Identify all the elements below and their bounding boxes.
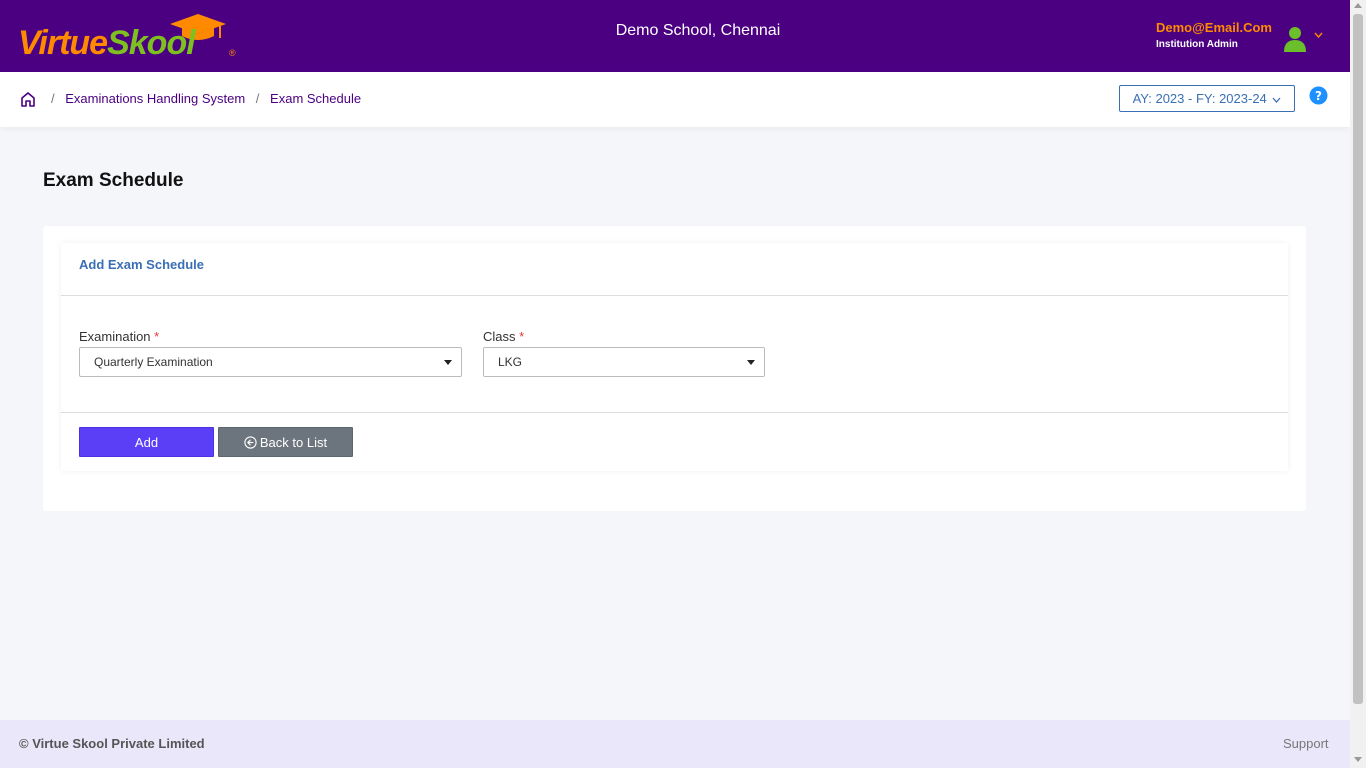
scrollbar[interactable]	[1350, 0, 1366, 768]
breadcrumb-bar: / Examinations Handling System / Exam Sc…	[0, 72, 1350, 127]
form-panel: Add Exam Schedule Examination * Quarterl…	[61, 243, 1288, 471]
breadcrumb-item-exam-schedule: Exam Schedule	[270, 91, 362, 106]
chevron-down-icon[interactable]	[1314, 30, 1323, 41]
academic-year-dropdown[interactable]: AY: 2023 - FY: 2023-24	[1119, 85, 1295, 112]
logo-registered-mark: ®	[229, 48, 236, 58]
examination-label-text: Examination	[79, 329, 151, 344]
class-label-text: Class	[483, 329, 516, 344]
breadcrumb-separator: /	[255, 91, 260, 106]
divider	[61, 412, 1288, 413]
chevron-down-icon	[1272, 97, 1281, 103]
breadcrumb: / Examinations Handling System / Exam Sc…	[44, 91, 361, 106]
user-info[interactable]: Demo@Email.Com Institution Admin	[1156, 20, 1272, 50]
user-email: Demo@Email.Com	[1156, 20, 1272, 35]
examination-selected-value: Quarterly Examination	[94, 355, 213, 369]
scroll-up-icon[interactable]	[1354, 3, 1362, 8]
class-label: Class *	[483, 329, 524, 344]
caret-down-icon	[444, 360, 452, 365]
class-selected-value: LKG	[498, 355, 523, 369]
divider	[61, 295, 1288, 296]
back-to-list-label: Back to List	[259, 435, 328, 450]
footer: © Virtue Skool Private Limited Support	[0, 720, 1350, 768]
examination-select[interactable]: Quarterly Examination	[79, 347, 462, 377]
breadcrumb-item-examinations[interactable]: Examinations Handling System	[65, 91, 245, 106]
support-link[interactable]: Support	[1283, 736, 1329, 751]
class-select[interactable]: LKG	[483, 347, 765, 377]
breadcrumb-separator: /	[51, 91, 55, 106]
form-card: Add Exam Schedule Examination * Quarterl…	[43, 226, 1306, 511]
caret-down-icon	[747, 360, 755, 365]
add-button[interactable]: Add	[79, 427, 214, 457]
required-mark: *	[154, 329, 160, 344]
back-to-list-button[interactable]: Back to List	[218, 427, 353, 457]
academic-year-label: AY: 2023 - FY: 2023-24	[1132, 91, 1267, 106]
svg-text:?: ?	[1315, 89, 1322, 103]
home-icon[interactable]	[20, 91, 36, 107]
scrollbar-thumb[interactable]	[1353, 14, 1363, 704]
scroll-down-icon[interactable]	[1354, 757, 1362, 762]
examination-label: Examination *	[79, 329, 159, 344]
top-header: VirtueSkool ® Demo School, Chennai Demo@…	[0, 0, 1350, 72]
help-icon[interactable]: ?	[1309, 86, 1328, 105]
user-avatar-icon[interactable]	[1283, 26, 1307, 52]
required-mark: *	[519, 329, 525, 344]
copyright-text: © Virtue Skool Private Limited	[19, 736, 205, 751]
user-role: Institution Admin	[1156, 39, 1238, 50]
page-title: Exam Schedule	[43, 170, 184, 191]
back-arrow-icon	[244, 436, 257, 449]
form-title: Add Exam Schedule	[79, 257, 204, 272]
